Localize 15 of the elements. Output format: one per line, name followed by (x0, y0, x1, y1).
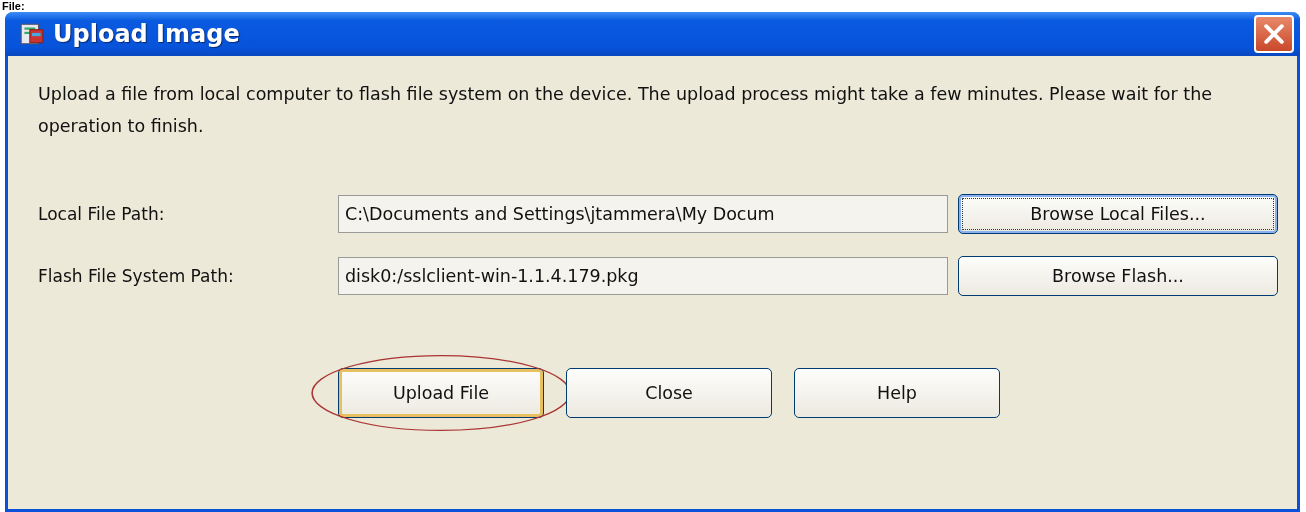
path-field[interactable]: C:\Documents and Settings\jtammera\My Docum (338, 195, 948, 233)
path-field[interactable]: disk0:/sslclient-win-1.1.4.179.pkg (338, 257, 948, 295)
description-text: Upload a file from local computer to flash file system on the device. The upload process might take a few minutes. Please wait for the operation to finish. (38, 83, 1214, 138)
dialog-button[interactable]: Help (794, 368, 1000, 418)
browse-button[interactable]: Browse Local Files... (958, 194, 1278, 234)
app-icon (19, 21, 45, 47)
browse-button[interactable]: Browse Flash... (958, 256, 1278, 296)
window-title: Upload Image (53, 20, 240, 48)
field-label: Flash File System Path: (38, 266, 235, 286)
dialog-button[interactable]: Upload File (338, 368, 544, 418)
dialog-button[interactable]: Close (566, 368, 772, 418)
caption-text: File: (1, 0, 26, 12)
field-label: Local File Path: (38, 204, 166, 224)
close-icon (1261, 21, 1287, 47)
close-button[interactable] (1254, 15, 1294, 53)
